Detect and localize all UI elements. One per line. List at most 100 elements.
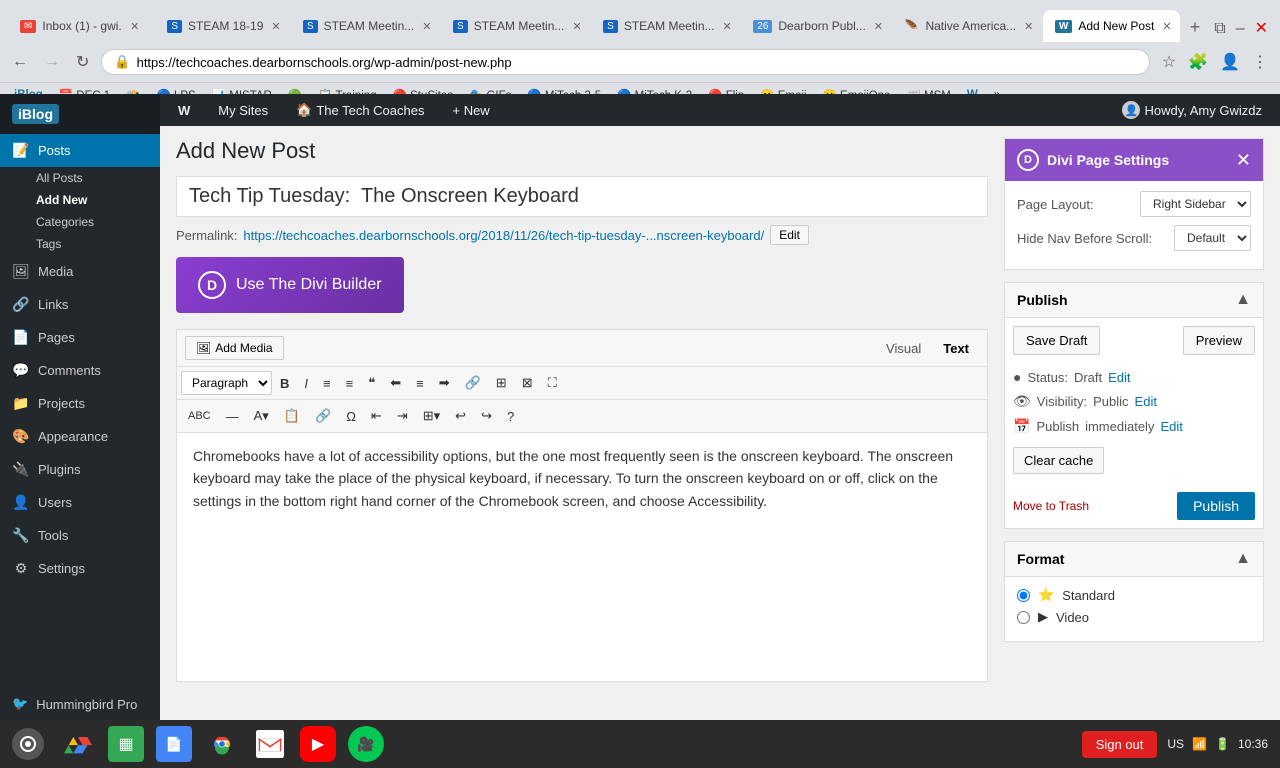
admin-bar-my-sites[interactable]: My Sites	[212, 99, 274, 122]
align-left-button[interactable]: ⬅	[383, 371, 408, 395]
sidebar-item-comments[interactable]: 💬 Comments	[0, 354, 160, 387]
permalink-edit-button[interactable]: Edit	[770, 225, 809, 245]
blockquote-button[interactable]: ❝	[361, 371, 382, 395]
taskbar-drive-icon[interactable]	[60, 726, 96, 762]
taskbar-sheets-icon[interactable]: ▦	[108, 726, 144, 762]
publish-when-edit-link[interactable]: Edit	[1160, 419, 1182, 434]
tab-native[interactable]: 🪶 Native America... ✕	[892, 10, 1040, 42]
tab-close-steam3[interactable]: ✕	[570, 18, 583, 35]
tab-steam4[interactable]: S STEAM Meetin... ✕	[591, 10, 739, 42]
tab-close-gmail[interactable]: ✕	[128, 18, 141, 35]
paragraph-format-select[interactable]: Paragraph	[181, 371, 272, 395]
clear-cache-button[interactable]: Clear cache	[1013, 447, 1104, 474]
taskbar-docs-icon[interactable]: 📄	[156, 726, 192, 762]
table-button[interactable]: ⊞▾	[416, 404, 447, 428]
tab-steam1[interactable]: S STEAM 18-19 ✕	[155, 10, 289, 42]
bold-button[interactable]: B	[273, 372, 296, 395]
italic-button[interactable]: I	[297, 372, 315, 395]
font-color-picker[interactable]: A▾	[247, 404, 276, 428]
sidebar-sub-categories[interactable]: Categories	[24, 211, 160, 233]
profile-button[interactable]: 👤	[1216, 50, 1244, 74]
unordered-list-button[interactable]: ≡	[316, 372, 338, 395]
tab-text[interactable]: Text	[933, 337, 979, 360]
divi-builder-button[interactable]: D Use The Divi Builder	[176, 257, 404, 313]
divi-settings-close-button[interactable]: ✕	[1236, 150, 1251, 171]
toggle-toolbar-button[interactable]: ⊠	[515, 371, 540, 395]
back-button[interactable]: ←	[8, 49, 32, 75]
sidebar-hummingbird[interactable]: 🐦 Hummingbird Pro	[0, 688, 160, 720]
address-bar[interactable]: 🔒 https://techcoaches.dearbornschools.or…	[101, 49, 1149, 75]
special-chars-button[interactable]: Ω	[339, 405, 363, 428]
add-media-button[interactable]: 🖼 Add Media	[185, 336, 284, 360]
more-options-button[interactable]: ⋮	[1248, 50, 1272, 74]
minimize-button[interactable]: –	[1232, 16, 1249, 42]
taskbar-chrome-icon[interactable]	[204, 726, 240, 762]
permalink-url[interactable]: https://techcoaches.dearbornschools.org/…	[243, 228, 764, 243]
close-window-button[interactable]: ✕	[1251, 14, 1272, 42]
sidebar-item-links[interactable]: 🔗 Links	[0, 288, 160, 321]
move-to-trash-link[interactable]: Move to Trash	[1013, 499, 1089, 513]
post-content-area[interactable]: Chromebooks have a lot of accessibility …	[176, 432, 988, 682]
hide-nav-select[interactable]: Default	[1174, 225, 1251, 251]
redo-button[interactable]: ↪	[474, 404, 499, 428]
admin-bar-howdy[interactable]: 👤 Howdy, Amy Gwizdz	[1116, 97, 1268, 123]
new-tab-button[interactable]: +	[1182, 13, 1209, 42]
tab-close-dearborn[interactable]: ✕	[872, 18, 885, 35]
sidebar-sub-add-new[interactable]: Add New	[24, 189, 160, 211]
sidebar-item-appearance[interactable]: 🎨 Appearance	[0, 420, 160, 453]
insert-more-button[interactable]: ⊞	[489, 371, 514, 395]
bookmark-star-button[interactable]: ☆	[1158, 50, 1180, 74]
preview-button[interactable]: Preview	[1183, 326, 1255, 355]
admin-bar-logo[interactable]: W	[172, 99, 196, 122]
tab-steam3[interactable]: S STEAM Meetin... ✕	[441, 10, 589, 42]
forward-button[interactable]: →	[40, 49, 64, 75]
admin-bar-new[interactable]: + New	[446, 99, 495, 122]
tab-steam2[interactable]: S STEAM Meetin... ✕	[291, 10, 439, 42]
text-color-button[interactable]: ABC	[181, 406, 218, 426]
admin-bar-site-name[interactable]: 🏠 The Tech Coaches	[290, 98, 430, 122]
sidebar-item-posts[interactable]: 📝 Posts	[0, 134, 160, 167]
link-button[interactable]: 🔗	[458, 371, 488, 395]
taskbar-youtube-icon[interactable]: ▶	[300, 726, 336, 762]
publish-panel-toggle[interactable]: ▲	[1235, 291, 1251, 309]
clear-formatting-button[interactable]: 🔗	[308, 404, 338, 428]
ordered-list-button[interactable]: ≡	[339, 372, 361, 395]
sidebar-item-settings[interactable]: ⚙ Settings	[0, 552, 160, 585]
url-input[interactable]: https://techcoaches.dearbornschools.org/…	[137, 55, 1137, 70]
restore-window-button[interactable]: ⧉	[1210, 16, 1229, 42]
status-edit-link[interactable]: Edit	[1108, 370, 1130, 385]
tab-close-addpost[interactable]: ✕	[1160, 18, 1173, 35]
tab-close-steam1[interactable]: ✕	[269, 18, 282, 35]
page-layout-select[interactable]: Right Sidebar	[1140, 191, 1251, 217]
paste-text-button[interactable]: 📋	[277, 404, 307, 428]
tab-visual[interactable]: Visual	[876, 337, 931, 360]
format-panel-toggle[interactable]: ▲	[1235, 550, 1251, 568]
sidebar-item-plugins[interactable]: 🔌 Plugins	[0, 453, 160, 486]
undo-button[interactable]: ↩	[448, 404, 473, 428]
tab-close-native[interactable]: ✕	[1022, 18, 1035, 35]
help-button[interactable]: ?	[500, 405, 521, 428]
tab-close-steam4[interactable]: ✕	[721, 18, 734, 35]
sidebar-item-projects[interactable]: 📁 Projects	[0, 387, 160, 420]
sidebar-item-media[interactable]: 🖼 Media	[0, 255, 160, 288]
taskbar-system-button[interactable]	[12, 728, 44, 760]
indent-button[interactable]: ⇥	[390, 404, 415, 428]
align-right-button[interactable]: ➡	[432, 371, 457, 395]
publish-button[interactable]: Publish	[1177, 492, 1255, 520]
post-title-input[interactable]	[176, 176, 988, 217]
extensions-button[interactable]: 🧩	[1184, 50, 1212, 74]
taskbar-meet-icon[interactable]: 🎥	[348, 726, 384, 762]
reload-button[interactable]: ↻	[72, 48, 93, 76]
tab-addpost[interactable]: W Add New Post ✕	[1043, 10, 1180, 42]
tab-gmail[interactable]: ✉ Inbox (1) - gwi... ✕	[8, 10, 153, 42]
align-center-button[interactable]: ≡	[409, 372, 431, 395]
sign-out-button[interactable]: Sign out	[1082, 731, 1158, 758]
save-draft-button[interactable]: Save Draft	[1013, 326, 1100, 355]
sidebar-item-users[interactable]: 👤 Users	[0, 486, 160, 519]
visibility-edit-link[interactable]: Edit	[1135, 394, 1157, 409]
tab-dearborn[interactable]: 26 Dearborn Publ... ✕	[741, 10, 890, 42]
format-standard-radio[interactable]	[1017, 589, 1030, 602]
format-video-radio[interactable]	[1017, 611, 1030, 624]
sidebar-sub-all-posts[interactable]: All Posts	[24, 167, 160, 189]
sidebar-sub-tags[interactable]: Tags	[24, 233, 160, 255]
